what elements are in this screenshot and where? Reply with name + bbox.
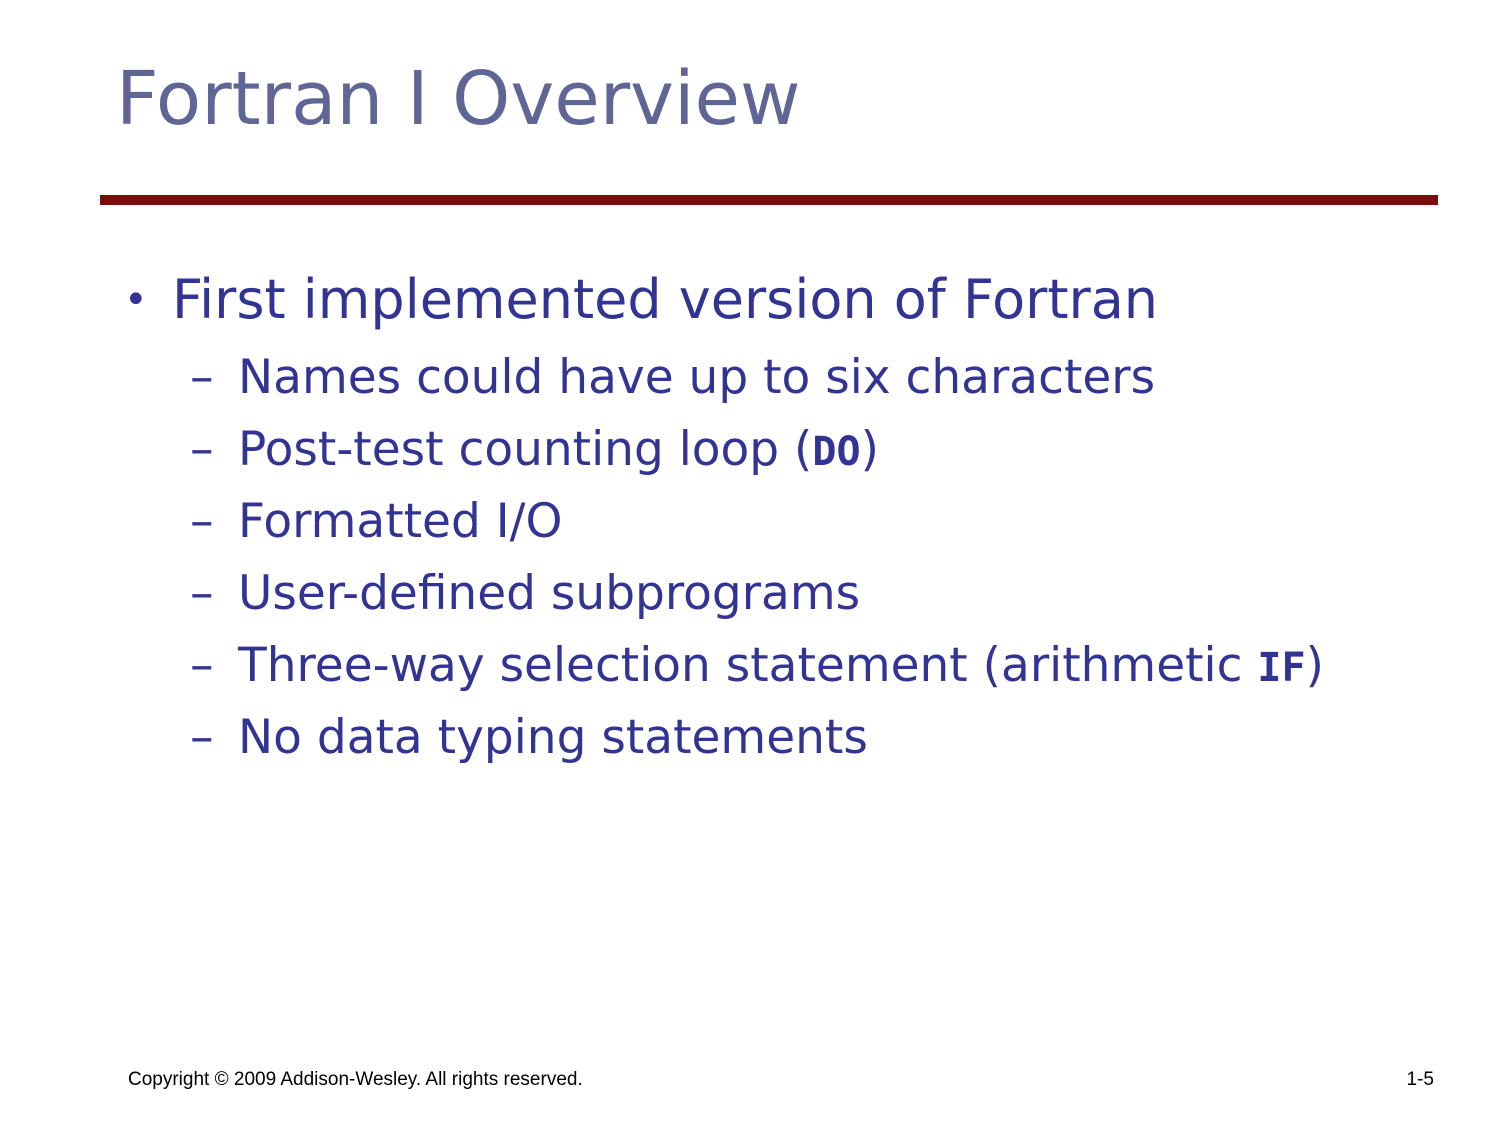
slide-number: 1-5 [1406,1069,1434,1090]
sub-item-text-part: ) [1305,638,1324,693]
sub-item-text-part: ) [860,422,879,477]
title-divider [100,195,1438,205]
sub-item-code: DO [812,429,861,475]
sub-item-code: IF [1257,645,1306,691]
sub-item-dash: – [190,350,214,405]
sub-item-dash: – [190,422,214,477]
sub-item-text-part: User-defined subprograms [238,566,861,621]
slide: Fortran I Overview • First implemented v… [0,0,1500,1125]
sub-item-dash: – [190,494,214,549]
sub-item-text: Post-test counting loop (DO) [238,422,879,480]
bullet-marker: • [124,277,148,323]
sub-item-text-part: Three-way selection statement (arithmeti… [238,638,1258,693]
sub-item-text: Names could have up to six characters [238,350,1155,408]
bullet-item-main: First implemented version of Fortran [172,268,1159,331]
sub-item-text-part: No data typing statements [238,710,868,765]
sub-item-text: User-defined subprograms [238,566,860,624]
sub-item-dash: – [190,566,214,621]
sub-item-text: Formatted I/O [238,494,562,552]
sub-item-dash: – [190,638,214,693]
sub-item-text: Three-way selection statement (arithmeti… [238,638,1324,696]
footer-copyright: Copyright © 2009 Addison-Wesley. All rig… [128,1069,583,1090]
sub-item-text-part: Formatted I/O [238,494,563,549]
sub-item-text-part: Post-test counting loop ( [238,422,813,477]
slide-title: Fortran I Overview [116,56,801,142]
sub-item-dash: – [190,710,214,765]
sub-item-text: No data typing statements [238,710,868,768]
sub-item-text-part: Names could have up to six characters [238,350,1156,405]
